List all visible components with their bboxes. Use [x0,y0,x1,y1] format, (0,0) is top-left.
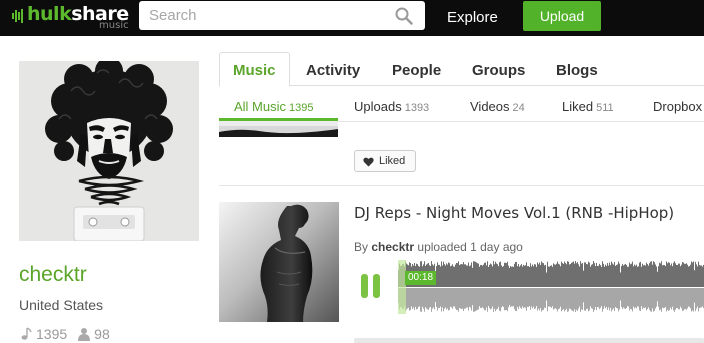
search-box [139,1,425,30]
logo-text-hulk: hulk [27,3,72,25]
subtab-label: All Music [234,99,287,114]
feed-divider [219,185,704,186]
logo-bars-icon [12,6,24,26]
followers-count[interactable]: 98 [94,326,110,342]
track-thumbnail-art [219,202,339,322]
tab-people[interactable]: People [392,62,441,79]
next-item-edge [354,338,704,343]
previous-thumbnail-art [219,121,338,137]
tab-activity[interactable]: Activity [306,62,360,79]
track-waveform[interactable] [398,260,704,314]
pause-icon[interactable] [358,272,384,300]
subtab-liked[interactable]: Liked 511 [562,99,614,114]
profile-country: United States [19,297,104,313]
previous-track-thumbnail[interactable] [219,121,338,137]
avatar-artwork [19,61,199,241]
upload-button[interactable]: Upload [523,1,601,31]
liked-button[interactable]: Liked [354,150,416,172]
subtab-count: 24 [512,102,525,114]
tab-blogs[interactable]: Blogs [556,62,598,79]
track-meta: By checktr uploaded 1 day ago [354,240,523,254]
person-icon [78,328,91,341]
tab-music[interactable]: Music [219,52,290,87]
profile-stats: 1395 98 [19,326,110,342]
subtab-count: 1395 [289,102,314,114]
subtab-all-music[interactable]: All Music 1395 [234,99,314,114]
top-navigation-bar: hulkshare music Explore Upload [0,0,704,36]
subtab-videos[interactable]: Videos 24 [470,99,525,114]
upload-time: uploaded 1 day ago [417,240,523,254]
profile-username[interactable]: checktr [19,263,87,287]
music-note-icon [21,327,32,340]
subtab-dropbox[interactable]: Dropbox [653,99,702,114]
subtab-label: Dropbox [653,99,703,114]
hulkshare-logo[interactable]: hulkshare music [12,4,129,32]
heart-icon [363,157,374,167]
by-label: By [354,240,369,254]
track-author-link[interactable]: checktr [371,240,414,254]
subtab-label: Liked [562,99,594,114]
track-title[interactable]: DJ Reps - Night Moves Vol.1 (RNB -HipHop… [354,204,674,222]
profile-avatar[interactable] [19,61,199,241]
subtab-label: Videos [470,99,510,114]
subtab-uploads[interactable]: Uploads 1393 [354,99,429,114]
tracks-count[interactable]: 1395 [36,326,67,342]
logo-subtitle: music [99,20,129,31]
explore-link[interactable]: Explore [447,9,498,26]
current-time: 00:18 [405,271,437,285]
subtab-count: 511 [596,102,614,114]
playback-progress [398,260,406,314]
subtab-label: Uploads [354,99,402,114]
search-icon[interactable] [395,7,413,25]
tab-groups[interactable]: Groups [472,62,525,79]
track-thumbnail[interactable] [219,202,339,322]
search-input[interactable] [149,1,379,30]
subtab-count: 1393 [404,102,430,114]
liked-label: Liked [379,155,406,167]
main-tabs: Music Activity People Groups Blogs [219,52,704,87]
